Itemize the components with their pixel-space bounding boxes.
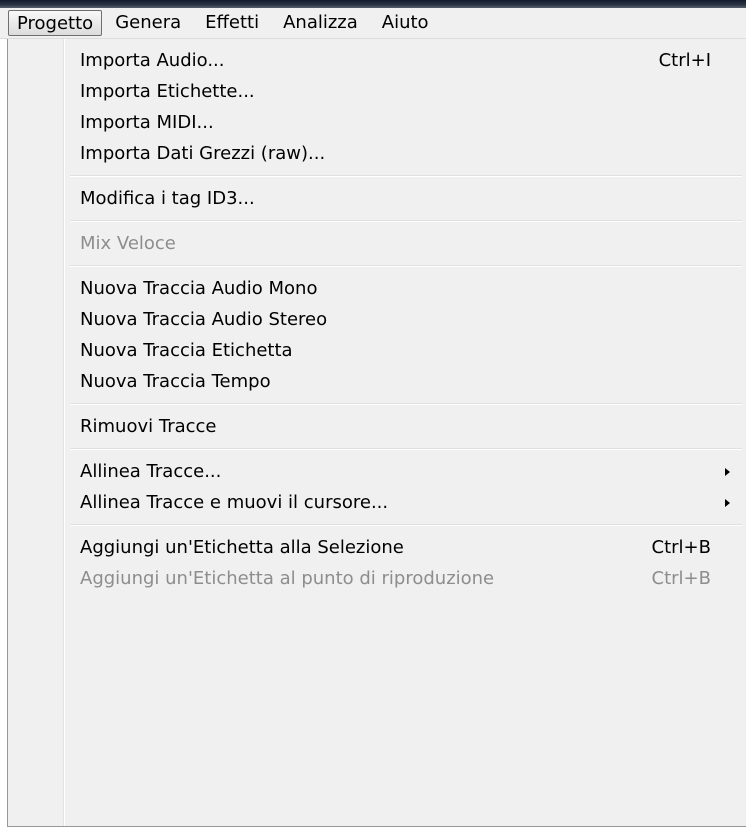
menu-item-shortcut: Ctrl+B	[651, 537, 711, 558]
menu-item-label: Nuova Traccia Audio Mono	[80, 278, 318, 299]
menu-item-aggiungi-un-etichetta-al-punto-di-riproduzione: Aggiungi un'Etichetta al punto di riprod…	[8, 563, 746, 594]
menu-item-label: Rimuovi Tracce	[80, 416, 217, 437]
menubar-item-aiuto[interactable]: Aiuto	[371, 10, 440, 36]
menu-bar: Progetto Genera Effetti Analizza Aiuto	[0, 8, 746, 39]
menu-item-rimuovi-tracce[interactable]: Rimuovi Tracce	[8, 411, 746, 442]
menu-item-label: Nuova Traccia Audio Stereo	[80, 309, 328, 330]
window-title-bar-edge	[0, 0, 746, 8]
menu-item-nuova-traccia-tempo[interactable]: Nuova Traccia Tempo	[8, 366, 746, 397]
menu-item-importa-dati-grezzi-raw[interactable]: Importa Dati Grezzi (raw)...	[8, 138, 746, 169]
menu-item-label: Nuova Traccia Etichetta	[80, 340, 293, 361]
menu-item-label: Nuova Traccia Tempo	[80, 371, 271, 392]
menu-item-importa-etichette[interactable]: Importa Etichette...	[8, 76, 746, 107]
menu-item-aggiungi-un-etichetta-alla-selezione[interactable]: Aggiungi un'Etichetta alla Selezione Ctrl…	[8, 532, 746, 563]
menu-separator	[8, 214, 746, 228]
menu-item-label: Importa MIDI...	[80, 112, 214, 133]
menu-item-label: Allinea Tracce...	[80, 461, 222, 482]
menu-item-shortcut: Ctrl+I	[658, 50, 711, 71]
menu-item-label: Importa Dati Grezzi (raw)...	[80, 143, 326, 164]
menu-item-label: Allinea Tracce e muovi il cursore...	[80, 492, 389, 513]
menu-item-nuova-traccia-etichetta[interactable]: Nuova Traccia Etichetta	[8, 335, 746, 366]
menu-item-label: Mix Veloce	[80, 233, 176, 254]
menu-item-label: Aggiungi un'Etichetta al punto di riprod…	[80, 568, 495, 589]
menu-item-modifica-i-tag-id3[interactable]: Modifica i tag ID3...	[8, 183, 746, 214]
menu-items-list: Importa Audio... Ctrl+I Importa Etichette.…	[8, 45, 746, 594]
menu-item-label: Modifica i tag ID3...	[80, 188, 255, 209]
menu-item-mix-veloce: Mix Veloce	[8, 228, 746, 259]
menu-item-label: Importa Audio...	[80, 50, 225, 71]
menu-item-label: Importa Etichette...	[80, 81, 255, 102]
chevron-right-icon	[725, 499, 730, 507]
menu-item-nuova-traccia-audio-mono[interactable]: Nuova Traccia Audio Mono	[8, 273, 746, 304]
menubar-item-analizza[interactable]: Analizza	[272, 10, 369, 36]
menu-separator	[8, 397, 746, 411]
menu-item-allinea-tracce-e-muovi-il-cursore[interactable]: Allinea Tracce e muovi il cursore...	[8, 487, 746, 518]
menu-item-allinea-tracce[interactable]: Allinea Tracce...	[8, 456, 746, 487]
menu-separator	[8, 169, 746, 183]
menu-item-importa-audio[interactable]: Importa Audio... Ctrl+I	[8, 45, 746, 76]
menubar-item-genera[interactable]: Genera	[104, 10, 192, 36]
chevron-right-icon	[725, 468, 730, 476]
menu-separator	[8, 518, 746, 532]
menu-separator	[8, 442, 746, 456]
progetto-dropdown-menu: Importa Audio... Ctrl+I Importa Etichette.…	[7, 39, 746, 827]
menu-item-label: Aggiungi un'Etichetta alla Selezione	[80, 537, 404, 558]
menu-item-shortcut: Ctrl+B	[651, 568, 711, 589]
menu-item-importa-midi[interactable]: Importa MIDI...	[8, 107, 746, 138]
menubar-item-effetti[interactable]: Effetti	[194, 10, 270, 36]
menu-item-nuova-traccia-audio-stereo[interactable]: Nuova Traccia Audio Stereo	[8, 304, 746, 335]
menu-separator	[8, 259, 746, 273]
menubar-item-progetto[interactable]: Progetto	[8, 10, 103, 36]
